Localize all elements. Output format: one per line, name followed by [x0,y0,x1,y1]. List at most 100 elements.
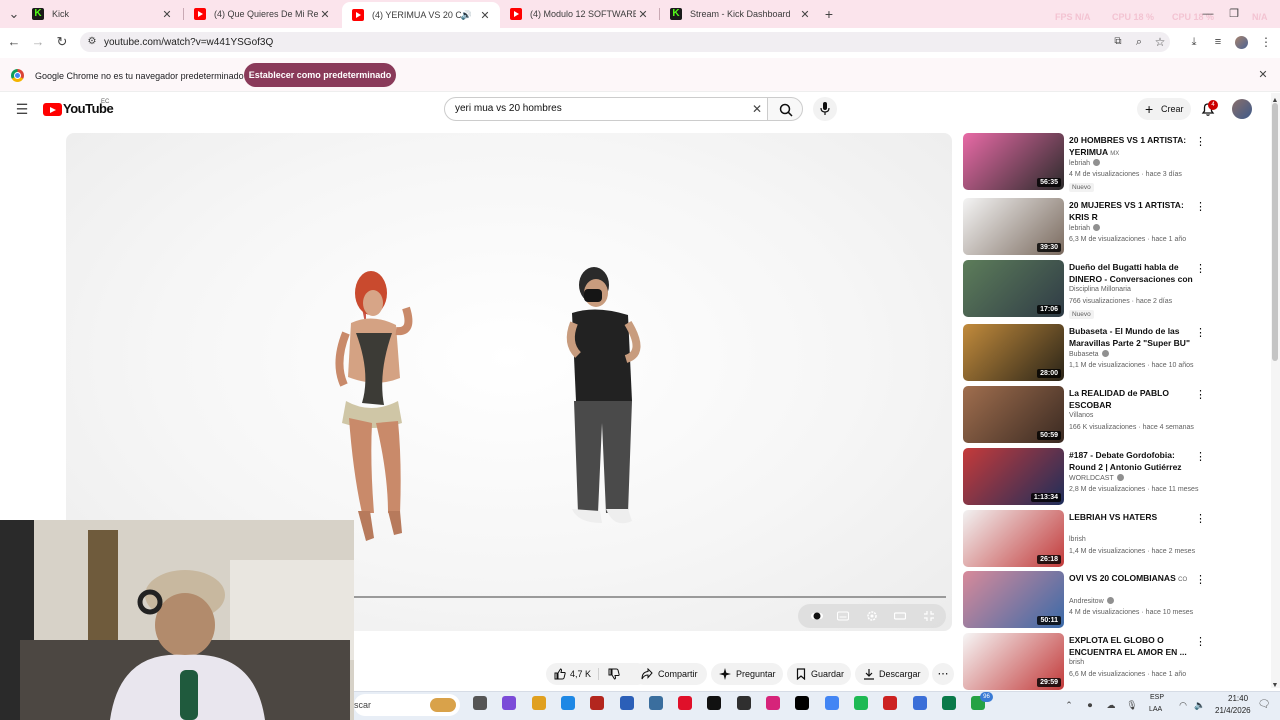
recommendation-item[interactable]: 39:30 20 MUJERES VS 1 ARTISTA: KRIS R leb… [963,198,1213,256]
media-queue-icon[interactable]: ≡ [1210,34,1226,50]
zoom-icon[interactable]: ⌕ [1131,34,1147,50]
clock-time[interactable]: 21:40 [1228,694,1248,703]
video-thumbnail[interactable]: 39:30 [963,198,1064,255]
channel-name[interactable]: lebriah [1069,224,1101,232]
video-thumbnail[interactable]: 50:11 [963,571,1064,628]
video-title[interactable]: #187 - Debate Gordofobia: Round 2 | Anto… [1069,449,1197,473]
bookmark-star-icon[interactable]: ☆ [1152,34,1168,50]
download-icon[interactable]: ⤓ [1186,34,1202,50]
more-options-icon[interactable]: ⋮ [1195,262,1206,275]
infobar-close-icon[interactable]: ✕ [1255,67,1271,83]
tiktok-icon[interactable] [795,696,810,710]
tab-modulo[interactable]: (4) Modulo 12 SOFTWARE PAR ✕ [500,0,658,28]
channel-name[interactable]: Bubaseta [1069,350,1109,358]
settings-gear-icon[interactable] [866,610,878,622]
minimize-icon[interactable]: — [1200,6,1216,22]
more-options-icon[interactable]: ⋮ [1195,573,1206,586]
like-button[interactable]: 4,7 K [546,663,602,685]
chrome-icon[interactable] [824,696,839,710]
file-explorer-icon[interactable] [531,696,546,710]
video-title[interactable]: EXPLOTA EL GLOBO O ENCUENTRA EL AMOR EN … [1069,634,1197,658]
subtitles-icon[interactable] [837,610,849,622]
video-thumbnail[interactable]: 50:59 [963,386,1064,443]
scrollbar-thumb[interactable] [1272,103,1278,361]
url-text[interactable]: youtube.com/watch?v=w441YSGof3Q [104,37,273,48]
recommendation-item[interactable]: 56:35 20 HOMBRES VS 1 ARTISTA: YERIMUA MX… [963,133,1213,192]
taskbar-search-box[interactable]: scar [354,694,460,716]
clear-search-icon[interactable]: ✕ [749,101,765,117]
theater-mode-icon[interactable] [894,610,906,622]
video-thumbnail[interactable]: 56:35 [963,133,1064,190]
create-button[interactable]: + Crear [1137,98,1191,120]
tray-app-icon[interactable]: ⏺ [1082,697,1098,713]
voice-search-button[interactable] [813,97,837,121]
video-title[interactable]: LEBRIAH VS HATERS [1069,511,1197,525]
tab-search-chevron-icon[interactable]: ⌄ [6,6,22,22]
notification-center-icon[interactable]: 🗨 [1256,697,1272,713]
tab-yerimua[interactable]: (4) YERIMUA VS 20 CHAKAL 🔊 ✕ [342,2,500,28]
set-default-button[interactable]: Establecer como predeterminado [244,63,396,87]
search-input[interactable]: yeri mua vs 20 hombres [455,103,562,114]
recommendation-item[interactable]: 50:59 La REALIDAD de PABLO ESCOBAR Villan… [963,386,1213,444]
channel-name[interactable]: Andresitow [1069,597,1114,605]
autoplay-toggle-icon[interactable] [811,610,823,622]
scroll-up-icon[interactable]: ▲ [1270,93,1280,109]
more-options-icon[interactable]: ⋮ [1195,635,1206,648]
video-title[interactable]: 20 HOMBRES VS 1 ARTISTA: YERIMUA MX [1069,134,1197,158]
recommendation-item[interactable]: 17:06 Dueño del Bugatti habla de DINERO -… [963,260,1213,319]
dislike-button[interactable] [600,663,628,685]
edge-icon[interactable] [560,696,575,710]
more-options-icon[interactable]: ⋮ [1195,135,1206,148]
video-thumbnail[interactable]: 29:59 [963,633,1064,690]
cloud-icon[interactable]: ☁ [1103,697,1119,713]
netflix-icon[interactable] [678,696,693,710]
input-language[interactable]: ESP [1150,694,1164,701]
channel-name[interactable]: brish [1069,659,1084,666]
tab-que-quieres[interactable]: (4) Que Quieres De Mi Remix ( ✕ [184,0,340,28]
new-tab-plus-icon[interactable]: + [821,6,837,22]
app-red2-icon[interactable] [883,696,898,710]
video-title[interactable]: OVI VS 20 COLOMBIANAS CO [1069,572,1197,586]
recommendation-item[interactable]: 1:13:34 #187 - Debate Gordofobia: Round 2… [963,448,1213,506]
restore-icon[interactable]: ❐ [1226,6,1242,22]
app-blue-icon[interactable] [912,696,927,710]
speaker-icon[interactable]: 🔊 [461,10,472,21]
hamburger-menu-icon[interactable]: ☰ [14,101,30,117]
recommendation-item[interactable]: 50:11 OVI VS 20 COLOMBIANAS CO Andresitow 4… [963,571,1213,629]
channel-name[interactable]: Disciplina Millonaria [1069,286,1131,293]
site-info-icon[interactable]: ⚙ [84,34,100,50]
tray-chevron-icon[interactable]: ⌃ [1061,697,1077,713]
video-title[interactable]: Dueño del Bugatti habla de DINERO - Conv… [1069,261,1197,285]
app-u-icon[interactable] [707,696,722,710]
menu-kebab-icon[interactable]: ⋮ [1258,34,1274,50]
video-title[interactable]: 20 MUJERES VS 1 ARTISTA: KRIS R [1069,199,1197,223]
reload-icon[interactable]: ↻ [54,34,70,50]
channel-name[interactable]: WORLDCAST [1069,474,1124,482]
app-red-icon[interactable] [590,696,605,710]
ask-button[interactable]: Preguntar [711,663,783,685]
forward-arrow-icon[interactable]: → [30,34,46,50]
video-title[interactable]: La REALIDAD de PABLO ESCOBAR [1069,387,1197,411]
video-title[interactable]: Bubaseta - El Mundo de las Maravillas Pa… [1069,325,1197,349]
save-button[interactable]: Guardar [787,663,851,685]
app-notes-icon[interactable] [736,696,751,710]
video-thumbnail[interactable]: 1:13:34 [963,448,1064,505]
share-button[interactable]: Compartir [633,663,707,685]
back-arrow-icon[interactable]: ← [6,34,22,50]
close-icon[interactable]: ✕ [478,9,492,22]
video-thumbnail[interactable]: 17:06 [963,260,1064,317]
tab-kick-dashboard[interactable]: K Stream - Kick Dashboard ✕ [660,0,820,28]
bitwarden-icon[interactable] [619,696,634,710]
channel-name[interactable]: lebriah [1069,159,1101,167]
fullscreen-exit-icon[interactable] [923,610,935,622]
more-options-icon[interactable]: ⋮ [1195,388,1206,401]
instagram-icon[interactable] [766,696,780,710]
video-thumbnail[interactable]: 26:18 [963,510,1064,567]
clock-date[interactable]: 21/4/2026 [1215,706,1251,715]
install-icon[interactable]: ⧉ [1110,34,1126,50]
volume-icon[interactable]: 🔈 [1192,697,1208,713]
recommendation-item[interactable]: 26:18 LEBRIAH VS HATERS lbrish 1,4 M de vi… [963,510,1213,568]
youtube-logo-icon[interactable] [43,103,62,116]
channel-name[interactable]: lbrish [1069,536,1086,543]
download-button[interactable]: Descargar [855,663,929,685]
